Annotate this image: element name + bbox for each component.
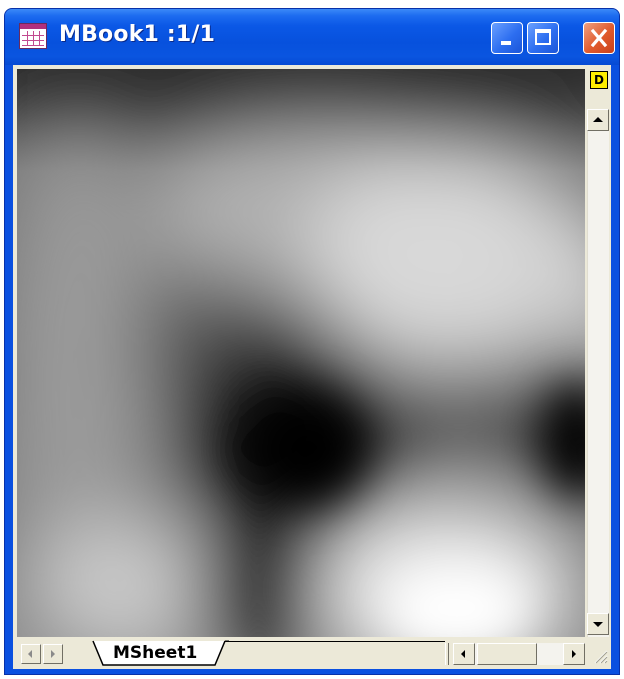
matrix-book-window: MBook1 :1/1 D MSheet1 [4, 8, 620, 675]
sheet-tab-scroll-left-button[interactable] [21, 644, 41, 664]
arrow-right-icon [51, 650, 55, 658]
minimize-button[interactable] [491, 22, 523, 54]
matrix-image [17, 69, 585, 637]
horizontal-scroll-thumb[interactable] [477, 643, 537, 665]
window-title: MBook1 :1/1 [59, 22, 216, 47]
matrix-book-icon-header [20, 24, 46, 29]
matrix-image-view[interactable] [17, 69, 585, 637]
matrix-book-icon-grid [22, 31, 44, 46]
tab-divider-line [225, 641, 445, 642]
arrow-up-icon [593, 117, 603, 122]
close-icon [590, 28, 608, 48]
arrow-right-icon [572, 650, 576, 658]
matrix-book-icon[interactable] [19, 23, 47, 49]
sheet-tab-msheet1[interactable]: MSheet1 [113, 643, 197, 663]
scroll-up-button[interactable] [587, 109, 609, 131]
maximize-icon [535, 29, 551, 45]
maximize-button[interactable] [527, 22, 559, 54]
window-client-area: D MSheet1 [13, 65, 611, 669]
arrow-down-icon [593, 622, 603, 627]
tab-splitter-handle[interactable] [445, 643, 449, 665]
data-indicator-button[interactable]: D [590, 71, 608, 89]
arrow-left-icon [28, 650, 32, 658]
horizontal-scrollbar[interactable] [453, 643, 585, 665]
scroll-left-button[interactable] [453, 643, 475, 665]
sheet-tab-bar: MSheet1 [13, 640, 611, 667]
sheet-tab-scroll-right-button[interactable] [43, 644, 63, 664]
close-button[interactable] [583, 22, 615, 54]
resize-grip-icon[interactable] [589, 645, 609, 665]
scroll-right-button[interactable] [563, 643, 585, 665]
arrow-left-icon [461, 650, 465, 658]
minimize-icon [501, 41, 511, 45]
vertical-scroll-track[interactable] [587, 109, 609, 637]
scroll-down-button[interactable] [587, 613, 609, 635]
vertical-scrollbar[interactable]: D [587, 69, 609, 637]
title-bar[interactable]: MBook1 :1/1 [5, 9, 619, 65]
